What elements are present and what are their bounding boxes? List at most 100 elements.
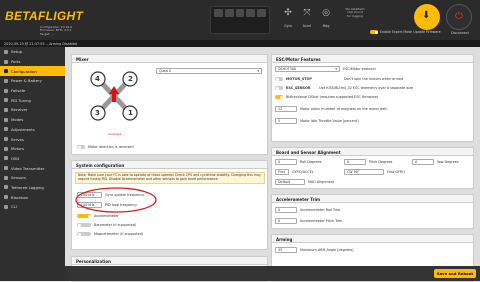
gear-icon <box>4 69 8 74</box>
magnetometer-toggle[interactable] <box>77 232 91 236</box>
nav-item-cli[interactable]: CLI <box>0 202 65 212</box>
system-config-panel: System configuration Note: Make sure you… <box>71 160 268 250</box>
esc-protocol-select[interactable]: DSHOT300 ▾ <box>275 66 340 72</box>
nav-item-power[interactable]: Power & Battery <box>0 76 65 86</box>
disconnect-label: Disconnect <box>451 31 469 35</box>
battery-icon <box>4 78 8 83</box>
osd-icon <box>4 156 8 161</box>
nav-item-failsafe[interactable]: Failsafe <box>0 86 65 96</box>
wrench-icon <box>4 49 8 54</box>
esc-motor-panel: ESC/Motor Features DSHOT300 ▾ ESC/Motor p… <box>271 54 474 142</box>
esc-sensor-row: ESC_SENSOR Use KISS/BLHeli_32 ESC teleme… <box>275 86 473 90</box>
bidir-dshot-toggle[interactable] <box>275 95 283 99</box>
roll-degrees-row: 0 Roll Degrees <box>275 159 321 165</box>
nav-item-osd[interactable]: OSD <box>0 154 65 164</box>
save-and-reboot-button[interactable]: Save and Reboot <box>434 269 476 278</box>
arming-title: Arming <box>272 235 473 243</box>
gyro-alignment-row: CW 90° First GYRO <box>344 169 405 175</box>
blackbox-icon <box>4 195 8 200</box>
nav-item-receiver[interactable]: Receiver <box>0 105 65 115</box>
logging-icon <box>4 185 8 190</box>
nav-item-motors[interactable]: Motors <box>0 144 65 154</box>
nav-item-tethered-logging[interactable]: Tethered Logging <box>0 183 65 193</box>
motor-poles-input[interactable]: 12 <box>275 106 297 112</box>
max-arm-angle-input[interactable]: 45 <box>275 247 297 253</box>
roll-degrees-input[interactable]: 0 <box>275 159 297 165</box>
esc-sensor-toggle[interactable] <box>275 86 283 90</box>
nav-item-blackbox[interactable]: Blackbox <box>0 192 65 202</box>
board-alignment-panel: Board and Sensor Alignment 0 Roll Degree… <box>271 147 474 189</box>
configuration-content: Mixer 4 2 3 1 reversed Quad X ▾ Motor di… <box>65 47 480 282</box>
esc-protocol-row: DSHOT300 ▾ ESC/Motor protocol <box>275 66 376 72</box>
nav-item-setup[interactable]: Setup <box>0 47 65 57</box>
footer-bar <box>65 266 480 281</box>
nav-item-pid-tuning[interactable]: PID Tuning <box>0 95 65 105</box>
sensor-status-panel <box>210 6 270 34</box>
motor-poles-row: 12 Motor poles (number of magnets on the… <box>275 106 388 112</box>
idle-throttle-input[interactable]: 5 <box>275 118 297 124</box>
accelerometer-row: Accelerometer <box>77 214 119 218</box>
acc-roll-trim-row: 0 Accelerometer Roll Trim <box>275 207 340 213</box>
nav-item-vtx[interactable]: Video Transmitter <box>0 163 65 173</box>
nav-item-ports[interactable]: Ports <box>0 57 65 67</box>
disconnect-button[interactable]: ⏻ <box>446 4 472 30</box>
mag-alignment-row: Default MAG Alignment <box>275 179 334 185</box>
mag-alignment-select[interactable]: Default <box>275 179 305 185</box>
reversed-label: reversed <box>108 132 122 136</box>
motor-direction-toggle[interactable] <box>77 145 85 149</box>
expert-mode[interactable]: Enable Expert Mode <box>370 30 412 34</box>
gyro-label: Gyro <box>284 24 292 28</box>
first-gyro-select[interactable]: First <box>275 169 289 175</box>
esc-title: ESC/Motor Features <box>272 55 473 63</box>
mixer-title: Mixer <box>72 55 267 63</box>
accel-icon: ⤧ <box>303 8 311 18</box>
nav-item-servos[interactable]: Servos <box>0 134 65 144</box>
receiver-icon <box>4 107 8 112</box>
yaw-degrees-input[interactable]: 0 <box>412 159 434 165</box>
accel-sensor-icon <box>224 9 234 17</box>
speed-warning-note: Note: Make sure your FC is able to opera… <box>75 172 265 184</box>
motor-1-label: 1 <box>128 109 133 117</box>
update-firmware-button[interactable]: ⬇ <box>414 4 440 30</box>
nav-item-configuration[interactable]: Configuration <box>0 66 65 77</box>
modes-icon <box>4 117 8 122</box>
mag-sensor-icon <box>235 9 245 17</box>
failsafe-icon <box>4 88 8 93</box>
motor-4-label: 4 <box>95 75 100 83</box>
acc-roll-trim-input[interactable]: 0 <box>275 207 297 213</box>
motor-icon <box>4 146 8 151</box>
vtx-icon <box>4 166 8 171</box>
dataflash-status: No dataflash chip found for logging <box>345 7 365 18</box>
mixer-select[interactable]: Quad X ▾ <box>156 68 262 74</box>
status-bar: 2020-09-19 @ 21:37:55 -- Arming Disabled <box>0 40 480 47</box>
nav-item-modes[interactable]: Modes <box>0 115 65 125</box>
acc-trim-panel: Accelerometer Trim 0 Accelerometer Roll … <box>271 194 474 229</box>
gps-sensor-icon <box>257 9 266 17</box>
gyro-icon: ✣ <box>284 8 292 18</box>
gyro-sensor-icon <box>214 9 223 17</box>
personalization-title: Personalization <box>72 257 267 265</box>
barometer-row: Barometer (if supported) <box>77 223 136 227</box>
terminal-icon <box>4 204 8 209</box>
board-alignment-title: Board and Sensor Alignment <box>272 148 473 156</box>
max-arm-angle-row: 45 Maximum ARM Angle [degrees] <box>275 247 353 253</box>
highlight-ellipse-annotation <box>75 187 157 213</box>
nav-item-sensors[interactable]: Sensors <box>0 173 65 183</box>
barometer-toggle[interactable] <box>77 223 91 227</box>
servo-icon <box>4 137 8 142</box>
gyro-alignment-select[interactable]: CW 90° <box>344 169 384 175</box>
pitch-degrees-input[interactable]: 0 <box>344 159 366 165</box>
accelerometer-toggle[interactable] <box>77 214 91 218</box>
pid-icon <box>4 98 8 103</box>
acc-pitch-trim-input[interactable]: 0 <box>275 218 297 224</box>
pitch-degrees-row: 0 Pitch Degrees <box>344 159 392 165</box>
nav-item-adjustments[interactable]: Adjustments <box>0 125 65 135</box>
app-header: BETAFLIGHT Configurator: 10.10.0 Firmwar… <box>0 0 480 40</box>
sidebar-nav: Setup Ports Configuration Power & Batter… <box>0 47 65 281</box>
motor-direction-row: Motor direction is reversed <box>77 145 134 149</box>
idle-throttle-row: 5 Motor Idle Throttle Value [percent] <box>275 118 359 124</box>
expert-mode-toggle[interactable] <box>370 30 378 34</box>
yaw-degrees-row: 0 Yaw Degrees <box>412 159 459 165</box>
motor-stop-row: MOTOR_STOP Don't spin the motors when ar… <box>275 77 473 81</box>
motor-stop-toggle[interactable] <box>275 77 283 81</box>
